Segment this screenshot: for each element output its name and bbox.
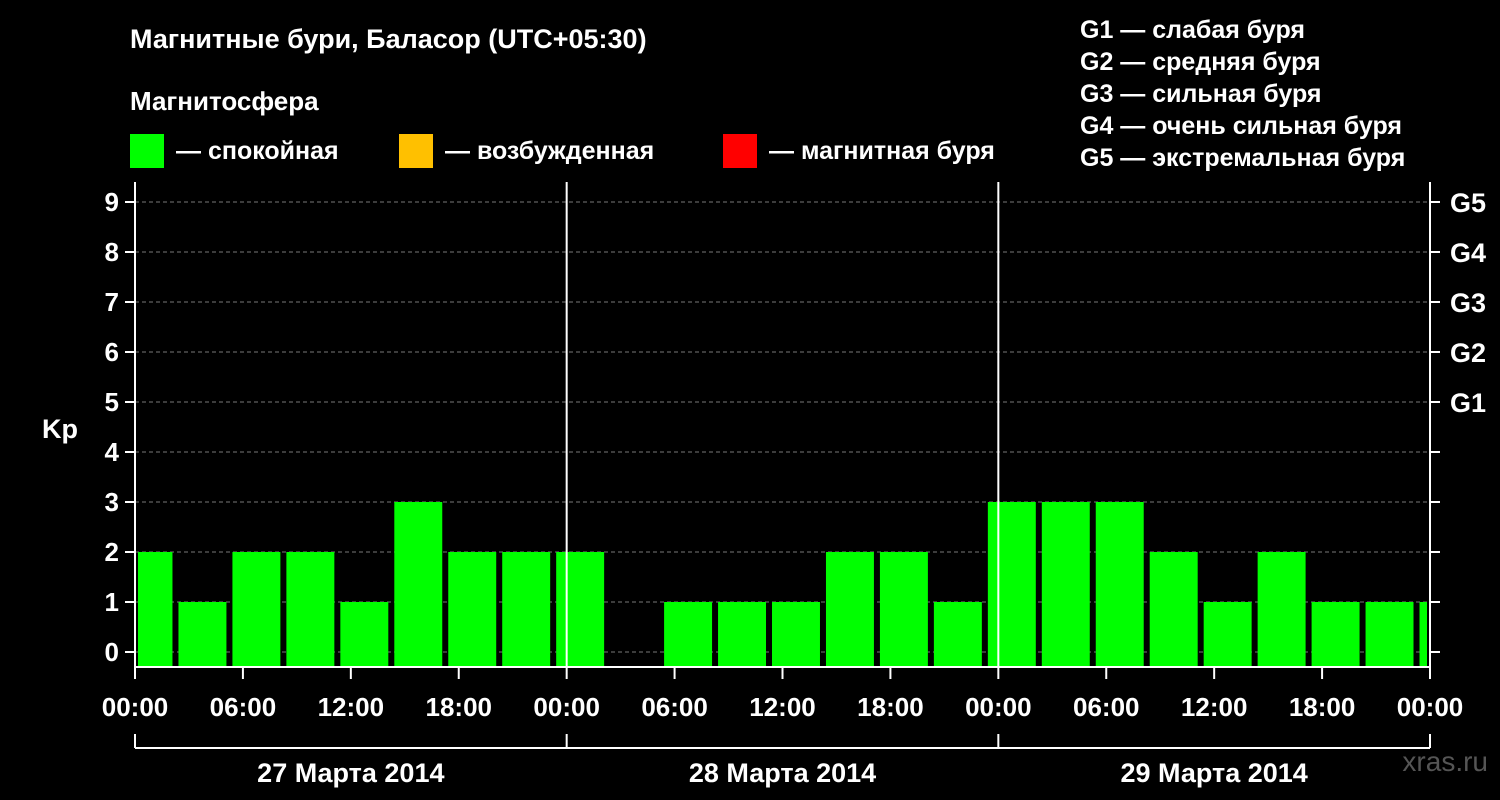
x-tick-label-3: 18:00 [426,692,493,722]
day-label-1: 28 Марта 2014 [689,758,876,788]
x-tick-label-1: 06:00 [210,692,277,722]
g-level-label-g5: G5 [1450,188,1486,218]
day-label-2: 29 Марта 2014 [1121,758,1308,788]
kp-bar-8 [556,552,605,667]
y-tick-label-6: 6 [105,337,119,367]
x-tick-label-10: 12:00 [1181,692,1248,722]
kp-bar-11 [718,602,767,667]
kp-bar-13 [825,552,874,667]
x-tick-label-8: 00:00 [965,692,1032,722]
kp-bar-12 [772,602,820,667]
kp-bar-chart: 0 1 2 3 4 5 6 7 8 9 G1 G2 G3 G4 G5 Kp 00:00 06:00 12:00 18:… [42,182,1486,788]
kp-bar-16 [987,502,1036,667]
kp-bar-10 [664,602,713,667]
kp-bar-2 [232,552,281,667]
kp-bar-5 [394,502,443,667]
y-tick-label-9: 9 [105,187,119,217]
kp-bar-6 [448,552,497,667]
kp-bar-15 [933,602,982,667]
y-tick-label-3: 3 [105,487,119,517]
x-tick-label-5: 06:00 [641,692,708,722]
y-axis-label: Kp [42,414,78,444]
kp-bar-0 [138,552,173,667]
y-tick-label-8: 8 [105,237,119,267]
kp-bar-19 [1149,552,1198,667]
y-tick-label-5: 5 [105,387,119,417]
x-tick-label-7: 18:00 [857,692,924,722]
x-tick-label-6: 12:00 [749,692,816,722]
g-level-label-g4: G4 [1450,238,1486,268]
kp-bar-20 [1203,602,1252,667]
x-tick-label-11: 18:00 [1289,692,1356,722]
kp-bar-18 [1095,502,1144,667]
x-tick-label-0: 00:00 [102,692,169,722]
kp-bar-14 [879,552,928,667]
kp-bar-17 [1041,502,1090,667]
kp-bar-23 [1365,602,1414,667]
g-level-label-g3: G3 [1450,288,1486,318]
kp-bar-3 [286,552,335,667]
y-tick-label-0: 0 [105,637,119,667]
watermark: xras.ru [1402,746,1488,777]
g-level-label-g2: G2 [1450,338,1486,368]
kp-bar-21 [1257,552,1306,667]
x-tick-label-9: 06:00 [1073,692,1140,722]
y-tick-label-2: 2 [105,537,119,567]
y-tick-label-7: 7 [105,287,119,317]
kp-bar-24 [1419,602,1427,667]
x-tick-label-12: 00:00 [1397,692,1464,722]
y-tick-label-4: 4 [105,437,120,467]
kp-bar-22 [1311,602,1360,667]
kp-bar-7 [502,552,551,667]
g-level-label-g1: G1 [1450,388,1486,418]
y-tick-label-1: 1 [105,587,119,617]
kp-bar-4 [340,602,389,667]
day-label-0: 27 Марта 2014 [257,758,444,788]
x-tick-label-2: 12:00 [318,692,385,722]
x-tick-label-4: 00:00 [533,692,600,722]
kp-bar-1 [178,602,227,667]
